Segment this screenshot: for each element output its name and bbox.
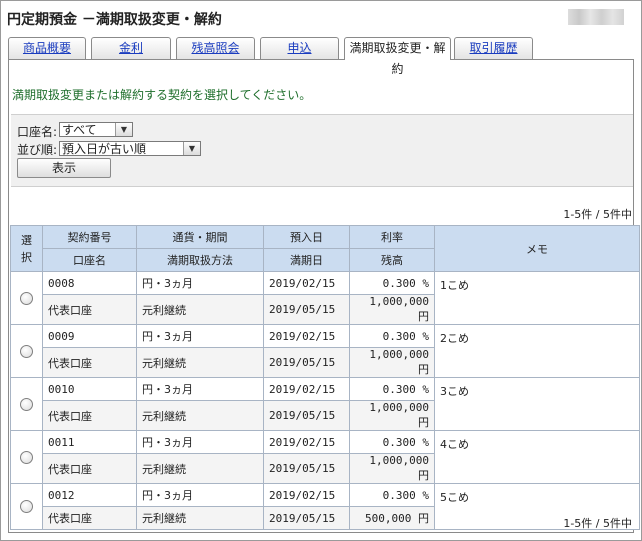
sort-order-select[interactable]: 預入日が古い順 ▼	[59, 141, 201, 156]
select-radio[interactable]	[20, 500, 33, 513]
contract-number-cell: 0012	[42, 483, 137, 507]
contract-number-header: 契約番号	[42, 225, 137, 249]
result-count-top: 1-5件 / 5件中	[563, 208, 632, 221]
select-cell	[10, 271, 43, 325]
table-row[interactable]: 0008 円・3ヵ月 2019/02/15 0.300 % 1こめ	[10, 271, 640, 325]
select-radio[interactable]	[20, 291, 33, 305]
sort-order-label: 並び順:	[17, 143, 58, 157]
select-cell	[10, 377, 43, 431]
contracts-table: 選択 契約番号 通貨・期間 預入日 利率 メモ 口座名 満期取扱方法 満期日 残…	[10, 225, 640, 530]
instruction-text: 満期取扱変更または解約する契約を選択してください。	[12, 88, 312, 102]
deposit-date-cell: 2019/02/15	[263, 324, 350, 348]
deposit-date-header: 預入日	[263, 225, 350, 249]
table-row[interactable]: 0012 円・3ヵ月 2019/02/15 0.300 % 5こめ	[10, 483, 640, 530]
select-column-header: 選択	[10, 225, 43, 272]
memo-cell: 4こめ	[434, 430, 640, 484]
maturity-date-cell: 2019/05/15	[263, 453, 350, 484]
contract-number-cell: 0010	[42, 377, 137, 401]
select-radio[interactable]	[20, 397, 33, 411]
memo-header: メモ	[434, 225, 640, 272]
contract-number-cell: 0011	[42, 430, 137, 454]
tab-maturity-change-cancel[interactable]: 満期取扱変更・解約	[344, 37, 451, 76]
currency-period-cell: 円・3ヵ月	[136, 271, 264, 295]
maturity-date-cell: 2019/05/15	[263, 506, 350, 530]
account-name-header: 口座名	[42, 248, 137, 272]
balance-cell: 1,000,000 円	[349, 400, 435, 431]
deposit-date-cell: 2019/02/15	[263, 483, 350, 507]
select-cell	[10, 483, 43, 530]
select-cell	[10, 430, 43, 484]
balance-cell: 1,000,000 円	[349, 294, 435, 325]
currency-period-header: 通貨・期間	[136, 225, 264, 249]
chevron-down-icon: ▼	[183, 142, 200, 155]
rate-cell: 0.300 %	[349, 483, 435, 507]
sort-order-value: 預入日が古い順	[62, 142, 147, 156]
tab-bar: 商品概要 金利 残高照会 申込 満期取扱変更・解約 取引履歴	[8, 37, 633, 76]
maturity-method-cell: 元利継続	[136, 294, 264, 325]
deposit-date-cell: 2019/02/15	[263, 377, 350, 401]
contract-number-cell: 0008	[42, 271, 137, 295]
table-row[interactable]: 0009 円・3ヵ月 2019/02/15 0.300 % 2こめ	[10, 324, 640, 378]
account-name-cell: 代表口座	[42, 506, 137, 530]
maturity-date-cell: 2019/05/15	[263, 347, 350, 378]
maturity-method-cell: 元利継続	[136, 347, 264, 378]
memo-cell: 3こめ	[434, 377, 640, 431]
currency-period-cell: 円・3ヵ月	[136, 377, 264, 401]
balance-cell: 500,000 円	[349, 506, 435, 530]
memo-cell: 2こめ	[434, 324, 640, 378]
display-button[interactable]: 表示	[17, 158, 111, 178]
account-name-cell: 代表口座	[42, 347, 137, 378]
rate-cell: 0.300 %	[349, 430, 435, 454]
deposit-date-cell: 2019/02/15	[263, 271, 350, 295]
balance-cell: 1,000,000 円	[349, 453, 435, 484]
account-select[interactable]: すべて ▼	[59, 122, 133, 137]
currency-period-cell: 円・3ヵ月	[136, 324, 264, 348]
rate-cell: 0.300 %	[349, 324, 435, 348]
contract-number-cell: 0009	[42, 324, 137, 348]
maturity-date-header: 満期日	[263, 248, 350, 272]
tab-product-overview[interactable]: 商品概要	[8, 37, 86, 59]
select-radio[interactable]	[20, 450, 33, 464]
rate-cell: 0.300 %	[349, 271, 435, 295]
account-filter-label: 口座名:	[17, 125, 58, 139]
tab-balance-inquiry[interactable]: 残高照会	[176, 37, 255, 59]
maturity-method-cell: 元利継続	[136, 506, 264, 530]
balance-header: 残高	[349, 248, 435, 272]
maturity-method-header: 満期取扱方法	[136, 248, 264, 272]
balance-cell: 1,000,000 円	[349, 347, 435, 378]
account-select-value: すべて	[62, 123, 97, 137]
tab-interest-rate[interactable]: 金利	[91, 37, 171, 59]
chevron-down-icon: ▼	[115, 123, 132, 136]
page-title: 円定期預金 －満期取扱変更・解約	[7, 12, 222, 28]
select-radio[interactable]	[20, 344, 33, 358]
account-name-cell: 代表口座	[42, 400, 137, 431]
table-row[interactable]: 0010 円・3ヵ月 2019/02/15 0.300 % 3こめ	[10, 377, 640, 431]
memo-cell: 1こめ	[434, 271, 640, 325]
maturity-method-cell: 元利継続	[136, 453, 264, 484]
account-name-cell: 代表口座	[42, 294, 137, 325]
tab-application[interactable]: 申込	[260, 37, 339, 59]
currency-period-cell: 円・3ヵ月	[136, 483, 264, 507]
rate-cell: 0.300 %	[349, 377, 435, 401]
table-row[interactable]: 0011 円・3ヵ月 2019/02/15 0.300 % 4こめ	[10, 430, 640, 484]
maturity-date-cell: 2019/05/15	[263, 400, 350, 431]
maturity-method-cell: 元利継続	[136, 400, 264, 431]
result-count-bottom: 1-5件 / 5件中	[563, 517, 632, 530]
maturity-date-cell: 2019/05/15	[263, 294, 350, 325]
currency-period-cell: 円・3ヵ月	[136, 430, 264, 454]
select-cell	[10, 324, 43, 378]
tab-transaction-history[interactable]: 取引履歴	[454, 37, 533, 59]
user-info-redacted	[568, 9, 624, 25]
rate-header: 利率	[349, 225, 435, 249]
deposit-date-cell: 2019/02/15	[263, 430, 350, 454]
account-name-cell: 代表口座	[42, 453, 137, 484]
